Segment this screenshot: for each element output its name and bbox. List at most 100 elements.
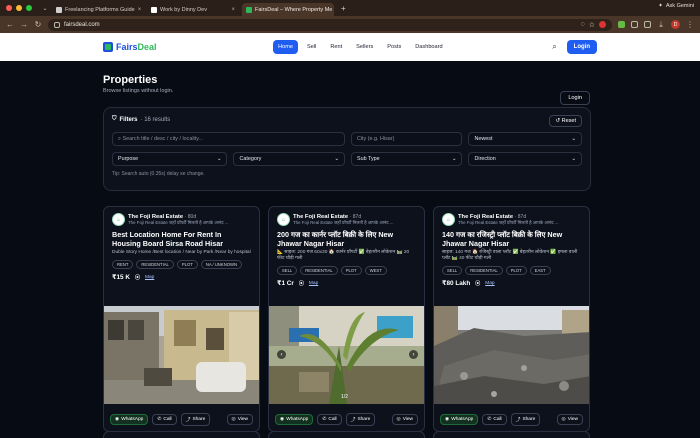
search-input[interactable]: ⌕ Search title / desc / city / locality.… <box>112 132 345 146</box>
view-button[interactable]: ◎ View <box>556 414 583 425</box>
bookmark-star-icon[interactable]: ☆ <box>589 21 595 29</box>
whatsapp-button[interactable]: ◉ WhatsApp <box>440 414 479 425</box>
address-bar[interactable]: fairsdeal.com ◌ ☆ <box>48 18 612 31</box>
whatsapp-button[interactable]: ◉ WhatsApp <box>110 414 149 425</box>
tab-close-icon[interactable]: × <box>231 7 235 13</box>
seller-avatar: ⌂ <box>277 213 290 226</box>
nav-sell[interactable]: Sell <box>302 40 321 54</box>
purpose-select[interactable]: Purpose ⌄ <box>112 152 228 166</box>
profile-avatar-icon[interactable]: D <box>671 20 680 29</box>
browser-toolbar: ← → ↻ fairsdeal.com ◌ ☆ ⤓ D ⋮ <box>0 16 700 33</box>
close-window-button[interactable] <box>6 5 12 11</box>
header-login-button[interactable]: Login <box>566 40 597 54</box>
listing-card[interactable]: ⌂ The Foji Real Estate · 87d The Foji Re… <box>268 206 425 432</box>
nav-rent[interactable]: Rent <box>325 40 347 54</box>
browser-tab-active[interactable]: FairsDeal – Where Property Me× <box>242 3 334 16</box>
search-icon[interactable]: ⌕ <box>552 42 556 52</box>
chevron-down-icon: ⌄ <box>334 156 339 162</box>
window-controls <box>4 5 38 11</box>
login-button[interactable]: Login <box>560 91 590 105</box>
new-tab-button[interactable]: + <box>337 4 350 13</box>
tab-search-icon[interactable]: ⌄ <box>41 5 49 12</box>
reset-icon: ↺ <box>555 118 561 124</box>
eye-off-icon[interactable]: ◌ <box>581 21 585 28</box>
listing-title[interactable]: Best Location Home For Rent In Housing B… <box>104 226 259 248</box>
listing-card[interactable]: ⌂ The Foji Real Estate · 87d The Foji Re… <box>433 206 590 432</box>
nav-home[interactable]: Home <box>273 40 298 54</box>
share-button[interactable]: ⤴ Share <box>345 413 376 426</box>
nav-sellers[interactable]: Sellers <box>351 40 378 54</box>
tab-close-icon[interactable]: × <box>138 7 142 13</box>
city-placeholder: City (e.g. Hisar) <box>356 136 395 142</box>
nav-posts[interactable]: Posts <box>382 40 406 54</box>
listing-card-partial[interactable] <box>433 431 590 438</box>
listing-photo[interactable] <box>104 306 259 404</box>
call-button[interactable]: ✆ Call <box>482 414 507 425</box>
listing-title[interactable]: 140 गज का रजिस्ट्री प्लॉट बिक्री के लिए … <box>434 226 589 248</box>
nav-dashboard[interactable]: Dashboard <box>410 40 447 54</box>
seller-name[interactable]: The Foji Real Estate <box>293 214 348 220</box>
extension-icon[interactable] <box>618 21 625 28</box>
share-button[interactable]: ⤴ Share <box>180 413 211 426</box>
seller-name[interactable]: The Foji Real Estate <box>458 214 513 220</box>
call-button[interactable]: ✆ Call <box>152 414 177 425</box>
listing-photo-carousel[interactable]: ‹ › 1/2 <box>269 306 424 404</box>
ask-gemini-button[interactable]: ✦ Ask Gemini <box>658 3 694 9</box>
carousel-next-icon[interactable]: › <box>409 350 418 359</box>
tag-badge: RESIDENTIAL <box>465 266 503 275</box>
whatsapp-button[interactable]: ◉ WhatsApp <box>275 414 314 425</box>
back-icon[interactable]: ← <box>6 20 14 29</box>
map-pin-icon: ⦿ <box>134 274 140 281</box>
listing-card-partial[interactable] <box>103 431 260 438</box>
eye-icon: ◎ <box>561 417 566 422</box>
minimize-window-button[interactable] <box>16 5 22 11</box>
tag-badge: PLOT <box>505 266 527 275</box>
browser-menu-icon[interactable]: ⋮ <box>686 20 694 29</box>
carousel-prev-icon[interactable]: ‹ <box>277 350 286 359</box>
listing-card-partial[interactable] <box>268 431 425 438</box>
category-select[interactable]: Category ⌄ <box>233 152 345 166</box>
results-count: · 16 results <box>140 116 171 123</box>
seller-name[interactable]: The Foji Real Estate <box>128 214 183 220</box>
view-button[interactable]: ◎ View <box>391 414 418 425</box>
listing-photo[interactable] <box>434 306 589 404</box>
chevron-down-icon: ⌄ <box>571 136 576 142</box>
reset-button[interactable]: ↺ Reset <box>549 115 582 127</box>
site-header: Fairs Deal Home Sell Rent Sellers Posts D… <box>0 33 700 61</box>
reload-icon[interactable]: ↻ <box>34 20 42 29</box>
filter-icon: ⛉ <box>112 116 117 122</box>
extension-badge-icon[interactable] <box>599 21 606 28</box>
share-icon: ⤴ <box>515 418 521 423</box>
chevron-down-icon: ⌄ <box>451 156 457 162</box>
sort-select[interactable]: Newest ⌄ <box>468 132 582 146</box>
direction-select[interactable]: Direction ⌄ <box>468 152 582 166</box>
listing-card[interactable]: ⌂ The Foji Real Estate · 80d The Foji Re… <box>103 206 260 432</box>
extensions-puzzle-icon[interactable] <box>631 21 638 28</box>
map-link[interactable]: Map <box>145 275 154 280</box>
city-input[interactable]: City (e.g. Hisar) <box>350 132 463 146</box>
maximize-window-button[interactable] <box>26 5 32 11</box>
seller-avatar: ⌂ <box>112 213 125 226</box>
map-link[interactable]: Map <box>485 281 494 286</box>
download-icon[interactable]: ⤓ <box>657 20 665 30</box>
view-button[interactable]: ◎ View <box>226 414 253 425</box>
subtype-select[interactable]: Sub Type ⌄ <box>350 152 463 166</box>
phone-icon: ✆ <box>322 417 327 422</box>
forward-icon[interactable]: → <box>20 20 28 29</box>
site-logo[interactable]: Fairs Deal <box>103 42 157 52</box>
filters-heading: ⛉ Filters · 16 results <box>112 116 170 123</box>
map-link[interactable]: Map <box>309 281 318 286</box>
share-button[interactable]: ⤴ Share <box>510 413 541 426</box>
seller-description: The Foji Real Estate जहाँ प्रॉपर्टी मिलत… <box>458 219 559 225</box>
browser-tab[interactable]: Freelancing Platforms Guide × <box>52 3 144 16</box>
share-label: Share <box>522 417 536 422</box>
sidebar-panel-icon[interactable] <box>644 21 651 28</box>
listing-title[interactable]: 200 गज का कार्नर प्लॉट बिक्री के लिए New… <box>269 226 424 248</box>
site-info-icon[interactable] <box>54 21 60 28</box>
call-button[interactable]: ✆ Call <box>317 414 342 425</box>
tag-badge: SELL <box>277 266 298 275</box>
filters-label: Filters <box>119 116 138 123</box>
eye-icon: ◎ <box>231 417 236 422</box>
browser-tab[interactable]: Work by Dinny Dev × <box>147 3 239 16</box>
search-tip: Tip: Search auto (0.35s) delay se change… <box>112 171 205 177</box>
